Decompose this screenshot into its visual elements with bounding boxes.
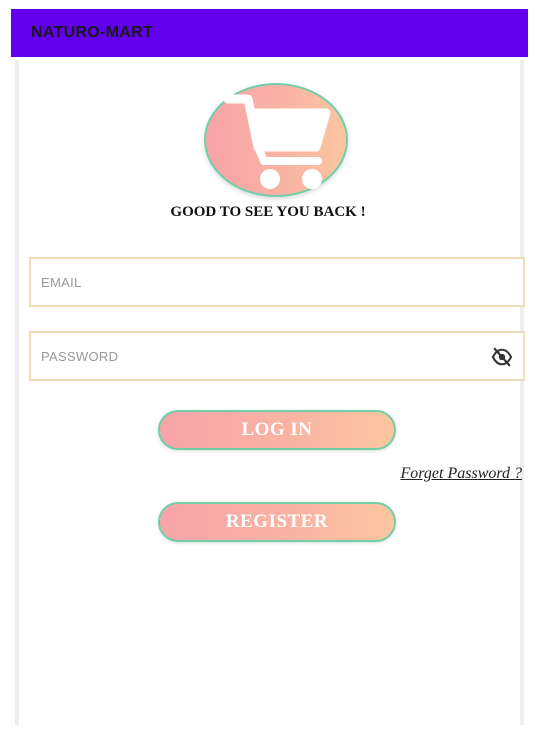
- password-field: [29, 331, 525, 381]
- email-field: [29, 257, 525, 307]
- app-title: NATURO-MART: [31, 24, 154, 41]
- eye-off-icon[interactable]: [491, 347, 513, 367]
- app-bar: NATURO-MART: [11, 9, 528, 57]
- logo-badge: [204, 83, 348, 197]
- shopping-cart-icon: [223, 94, 331, 189]
- login-button[interactable]: LOG IN: [158, 410, 396, 450]
- greeting-text: GOOD TO SEE YOU BACK !: [170, 204, 366, 220]
- email-input[interactable]: [31, 259, 523, 305]
- register-button[interactable]: REGISTER: [158, 502, 396, 542]
- password-input[interactable]: [31, 333, 523, 379]
- forget-password-link[interactable]: Forget Password ?: [401, 465, 522, 483]
